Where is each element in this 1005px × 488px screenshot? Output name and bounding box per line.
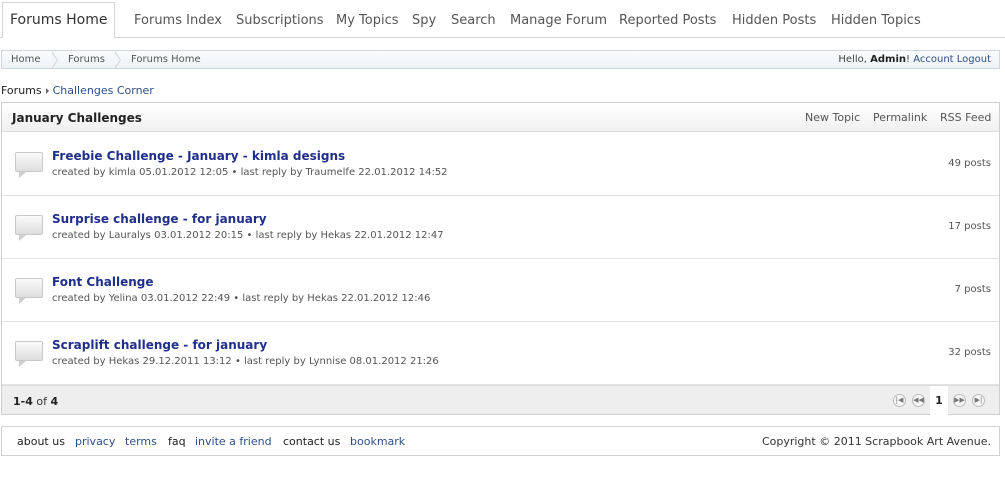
path-forums-link[interactable]: Forums bbox=[1, 84, 42, 97]
greeting-excl: ! bbox=[906, 54, 911, 65]
topic-post-count: 32 posts bbox=[948, 347, 991, 358]
tab-forums-home[interactable]: Forums Home bbox=[2, 2, 116, 39]
topic-row: Surprise challenge - for january created… bbox=[2, 196, 999, 259]
topic-meta: created by Hekas 29.12.2011 13:12 • last… bbox=[52, 356, 439, 367]
topic-row: Scraplift challenge - for january create… bbox=[2, 322, 999, 385]
topic-meta: created by Lauralys 03.01.2012 20:15 • l… bbox=[52, 230, 444, 241]
topic-meta: created by kimla 05.01.2012 12:05 • last… bbox=[52, 167, 448, 178]
breadcrumb-home[interactable]: Home bbox=[11, 54, 41, 65]
pagination-bar: 1-4 of 4 |◀ ◀◀ 1 ▶▶ ▶| bbox=[2, 385, 999, 415]
site-footer: about us privacy terms faq invite a frie… bbox=[1, 426, 1000, 456]
footer-bookmark-link[interactable]: bookmark bbox=[350, 435, 405, 448]
tab-reported-posts[interactable]: Reported Posts bbox=[619, 13, 716, 28]
tab-forums-index[interactable]: Forums Index bbox=[134, 13, 222, 28]
topic-row: Font Challenge created by Yelina 03.01.2… bbox=[2, 259, 999, 322]
logout-link[interactable]: Account Logout bbox=[913, 54, 991, 65]
footer-faq-link[interactable]: faq bbox=[168, 435, 186, 448]
last-page-icon[interactable]: ▶| bbox=[972, 394, 985, 407]
topic-row: Freebie Challenge - January - kimla desi… bbox=[2, 133, 999, 196]
permalink-link[interactable]: Permalink bbox=[873, 111, 927, 124]
topic-title-link[interactable]: Font Challenge bbox=[52, 275, 154, 289]
topic-bubble-icon bbox=[15, 341, 43, 367]
topic-post-count: 49 posts bbox=[948, 158, 991, 169]
footer-invite-link[interactable]: invite a friend bbox=[195, 435, 272, 448]
user-greeting: Hello, Admin! Account Logout bbox=[838, 54, 991, 65]
breadcrumb-current: Forums Home bbox=[131, 54, 201, 65]
breadcrumb-separator bbox=[114, 51, 125, 69]
topic-bubble-icon bbox=[15, 215, 43, 241]
forum-path: Forums Challenges Corner bbox=[1, 84, 154, 97]
greeting-text: Hello, bbox=[838, 54, 867, 65]
tab-search[interactable]: Search bbox=[451, 13, 496, 28]
topic-title-link[interactable]: Freebie Challenge - January - kimla desi… bbox=[52, 149, 345, 163]
footer-about-link[interactable]: about us bbox=[17, 435, 65, 448]
topic-bubble-icon bbox=[15, 278, 43, 304]
path-current-link[interactable]: Challenges Corner bbox=[53, 84, 154, 97]
topic-bubble-icon bbox=[15, 152, 43, 178]
breadcrumb-forums[interactable]: Forums bbox=[68, 54, 105, 65]
current-page-number: 1 bbox=[930, 386, 948, 415]
result-total: 4 bbox=[50, 395, 59, 408]
main-nav-tabs: Forums Home Forums Index Subscriptions M… bbox=[0, 0, 1005, 39]
result-range: 1-4 bbox=[13, 395, 33, 408]
tab-manage-forum[interactable]: Manage Forum bbox=[510, 13, 607, 28]
rss-feed-link[interactable]: RSS Feed bbox=[940, 111, 991, 124]
forum-header: January Challenges New Topic Permalink R… bbox=[2, 103, 999, 132]
tab-my-topics[interactable]: My Topics bbox=[336, 13, 399, 28]
result-of: of bbox=[36, 395, 47, 408]
footer-privacy-link[interactable]: privacy bbox=[75, 435, 115, 448]
topic-title-link[interactable]: Scraplift challenge - for january bbox=[52, 338, 267, 352]
tab-hidden-posts[interactable]: Hidden Posts bbox=[732, 13, 816, 28]
next-page-icon[interactable]: ▶▶ bbox=[953, 394, 966, 407]
username[interactable]: Admin bbox=[870, 54, 906, 65]
prev-page-icon[interactable]: ◀◀ bbox=[912, 394, 925, 407]
new-topic-link[interactable]: New Topic bbox=[805, 111, 860, 124]
tab-spy[interactable]: Spy bbox=[412, 13, 436, 28]
topic-post-count: 17 posts bbox=[948, 221, 991, 232]
breadcrumb: Home Forums Forums Home Hello, Admin! Ac… bbox=[1, 50, 1000, 69]
first-page-icon[interactable]: |◀ bbox=[893, 394, 906, 407]
topic-title-link[interactable]: Surprise challenge - for january bbox=[52, 212, 267, 226]
footer-contact-link[interactable]: contact us bbox=[283, 435, 340, 448]
topic-post-count: 7 posts bbox=[954, 284, 991, 295]
forum-topic-list: January Challenges New Topic Permalink R… bbox=[1, 102, 1000, 415]
result-count: 1-4 of 4 bbox=[13, 395, 58, 408]
forum-title: January Challenges bbox=[12, 111, 142, 125]
footer-terms-link[interactable]: terms bbox=[125, 435, 157, 448]
path-arrow-icon bbox=[45, 87, 49, 94]
breadcrumb-separator bbox=[51, 51, 62, 69]
tab-hidden-topics[interactable]: Hidden Topics bbox=[831, 13, 921, 28]
copyright-text: Copyright © 2011 Scrapbook Art Avenue. bbox=[761, 435, 991, 448]
tab-subscriptions[interactable]: Subscriptions bbox=[236, 13, 324, 28]
topic-meta: created by Yelina 03.01.2012 22:49 • las… bbox=[52, 293, 431, 304]
